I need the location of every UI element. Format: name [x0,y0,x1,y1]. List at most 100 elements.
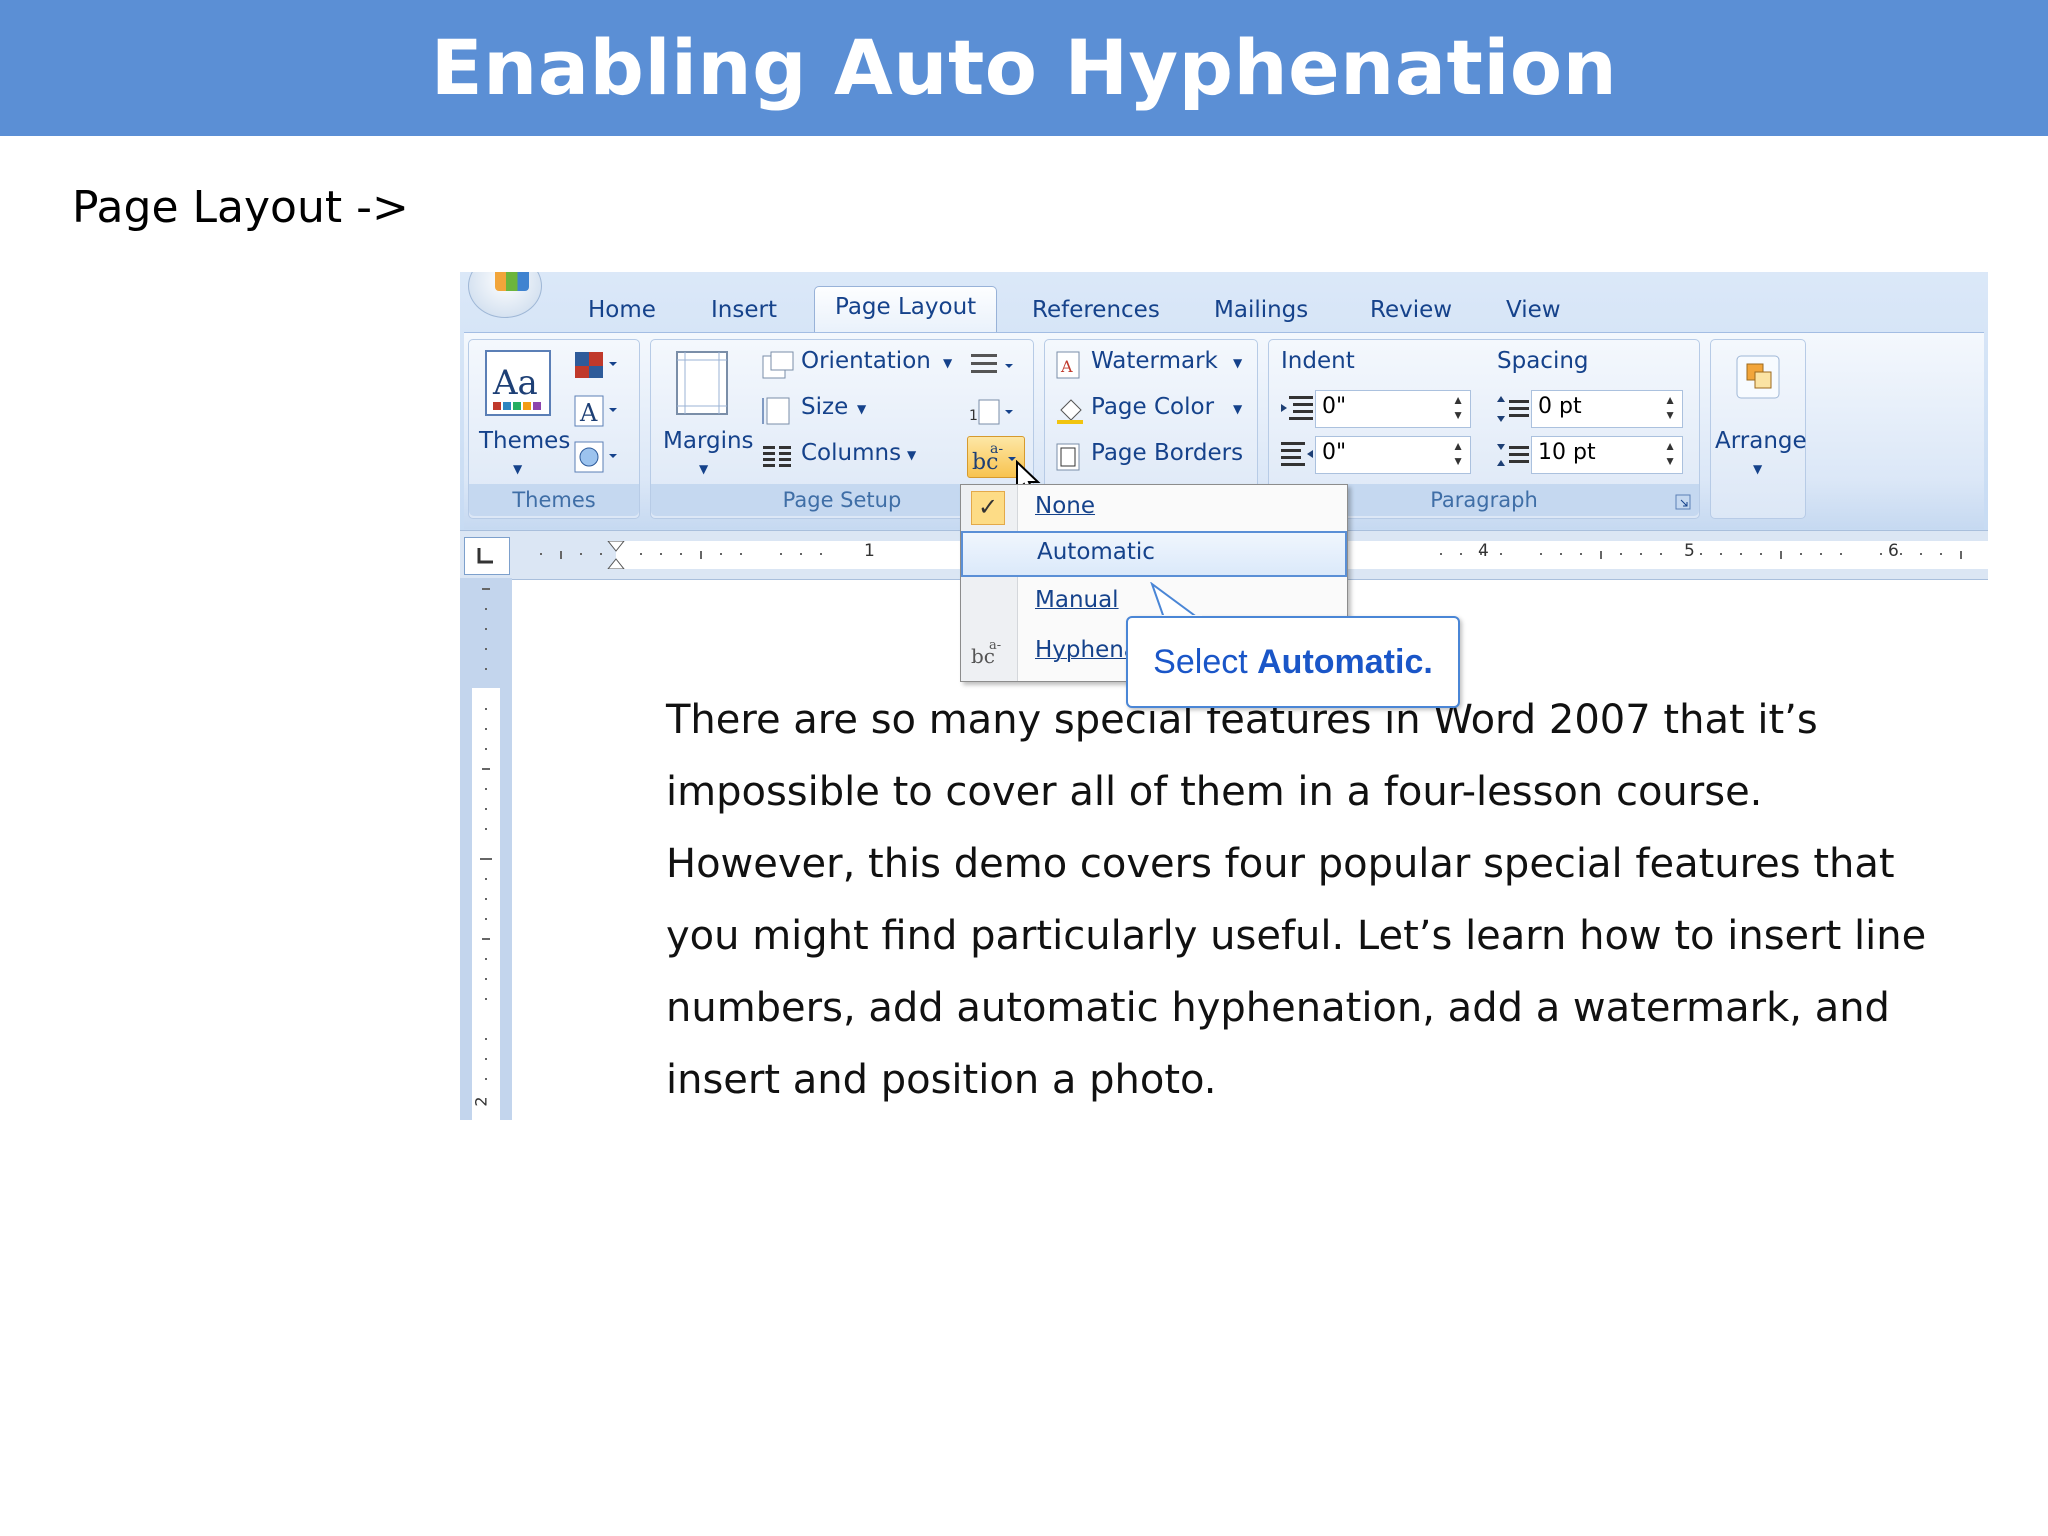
menu-item-none[interactable]: ✓ None [961,485,1347,531]
checkmark-icon: ✓ [971,491,1005,525]
margins-label: Margins [663,428,754,454]
tab-review[interactable]: Review [1370,290,1452,330]
indent-left-value: 0" [1322,394,1347,419]
tab-home[interactable]: Home [588,290,656,330]
menu-item-label: None [1035,493,1096,519]
chevron-down-icon: ▼ [1233,402,1243,416]
svg-text:1: 1 [969,408,978,424]
tab-insert[interactable]: Insert [711,290,777,330]
theme-effects-icon[interactable] [573,440,619,474]
arrange-button[interactable]: Arrange ▼ [1715,346,1807,476]
margins-button[interactable]: Margins ▼ [659,346,754,476]
theme-fonts-icon[interactable]: A [573,394,619,428]
svg-text:a-: a- [989,638,1001,653]
watermark-icon: A [1056,351,1080,379]
arrange-label: Arrange [1715,428,1807,454]
spacing-after-field[interactable]: 10 pt ▲ ▼ [1531,436,1683,474]
spacing-before-field[interactable]: 0 pt ▲ ▼ [1531,390,1683,428]
spacing-before-icon [1497,396,1529,422]
ruler-number: 4 [1478,541,1489,561]
line-numbers-icon[interactable]: 1 [967,396,1021,428]
tab-view[interactable]: View [1506,290,1561,330]
dialog-launcher-icon[interactable] [1675,494,1691,510]
breaks-icon[interactable] [967,350,1021,382]
svg-text:a-: a- [990,441,1003,457]
ruler-number: 1 [864,541,875,561]
orientation-label: Orientation [801,348,931,374]
tab-stop-icon [477,548,493,564]
tab-page-layout[interactable]: Page Layout [814,286,998,333]
spacing-after-icon [1497,444,1529,466]
spacing-label: Spacing [1497,348,1589,374]
page-borders-button[interactable]: Page Borders [1055,440,1251,474]
menu-item-label: Hyphena [1035,637,1138,663]
chevron-down-icon: ▼ [1753,462,1763,476]
chevron-down-icon: ▼ [857,402,867,416]
size-button[interactable]: Size ▼ [761,394,881,428]
tab-references[interactable]: References [1032,290,1160,330]
spacing-before-value: 0 pt [1538,394,1582,419]
orientation-icon [762,351,794,379]
instruction-callout: Select Automatic. [1126,616,1460,708]
size-icon [762,397,790,425]
callout-text: Select Automatic. [1128,618,1458,706]
page-borders-label: Page Borders [1091,440,1244,466]
hyphenation-icon: bca- [971,638,1001,668]
word-screenshot: Home Insert Page Layout References Maili… [460,272,1988,1120]
page-color-label: Page Color [1091,394,1215,420]
watermark-button[interactable]: A Watermark ▼ [1055,348,1251,382]
arrange-group: Arrange ▼ [1710,339,1807,519]
size-label: Size [801,394,849,420]
columns-label: Columns [801,440,902,466]
indent-left-icon [1281,396,1313,420]
chevron-down-icon: ▼ [1233,356,1243,370]
themes-group-label: Themes [469,484,639,516]
ruler-number: 6 [1888,541,1899,561]
document-line: However, this demo covers four popular s… [666,841,1895,887]
slide-subtitle: Page Layout -> [72,182,409,233]
slide-title: Enabling Auto Hyphenation [430,23,1618,112]
watermark-label: Watermark [1091,348,1218,374]
vertical-ruler-ticks [472,578,500,1080]
indent-right-field[interactable]: 0" ▲ ▼ [1315,436,1471,474]
vertical-ruler: 2 [460,578,512,1120]
document-line: insert and position a photo. [666,1057,1217,1103]
callout-emphasis: Automatic. [1257,643,1433,681]
spinner-arrows-icon[interactable]: ▲ ▼ [1664,393,1676,423]
document-line: numbers, add automatic hyphenation, add … [666,985,1890,1031]
indent-left-field[interactable]: 0" ▲ ▼ [1315,390,1471,428]
chevron-down-icon: ▼ [699,462,709,476]
themes-group: Aa Themes ▼ A Themes [468,339,640,519]
arrange-icon [1736,355,1780,399]
document-line: impossible to cover all of them in a fou… [666,769,1763,815]
theme-colors-icon[interactable] [573,350,619,380]
columns-icon [763,446,791,467]
page-color-button[interactable]: Page Color ▼ [1055,394,1251,428]
spinner-arrows-icon[interactable]: ▲ ▼ [1452,393,1464,423]
svg-text:Aa: Aa [492,363,538,403]
themes-button[interactable]: Aa Themes ▼ [479,346,570,476]
themes-label: Themes [479,428,571,454]
columns-button[interactable]: Columns ▼ [761,440,931,474]
spacing-after-value: 10 pt [1538,440,1596,465]
document-body[interactable]: There are so many special features in Wo… [666,684,1986,1116]
callout-prefix: Select [1153,643,1258,681]
menu-item-label: Manual [1035,587,1119,613]
svg-text:A: A [579,399,598,427]
ruler-number: 5 [1684,541,1695,561]
indent-right-value: 0" [1322,440,1347,465]
document-line: you might find particularly useful. Let’… [666,913,1927,959]
indent-right-icon [1281,442,1313,466]
chevron-down-icon: ▼ [513,462,523,476]
tab-mailings[interactable]: Mailings [1214,290,1308,330]
chevron-down-icon: ▼ [907,448,917,462]
spinner-arrows-icon[interactable]: ▲ ▼ [1664,439,1676,469]
spinner-arrows-icon[interactable]: ▲ ▼ [1452,439,1464,469]
indent-label: Indent [1281,348,1355,374]
margins-icon [676,351,728,415]
vertical-ruler-number: 2 [471,1096,491,1107]
tab-selector-button[interactable] [464,537,510,575]
orientation-button[interactable]: Orientation ▼ [761,348,961,382]
menu-item-automatic[interactable]: Automatic [961,531,1347,577]
menu-item-label: Automatic [1037,539,1155,565]
